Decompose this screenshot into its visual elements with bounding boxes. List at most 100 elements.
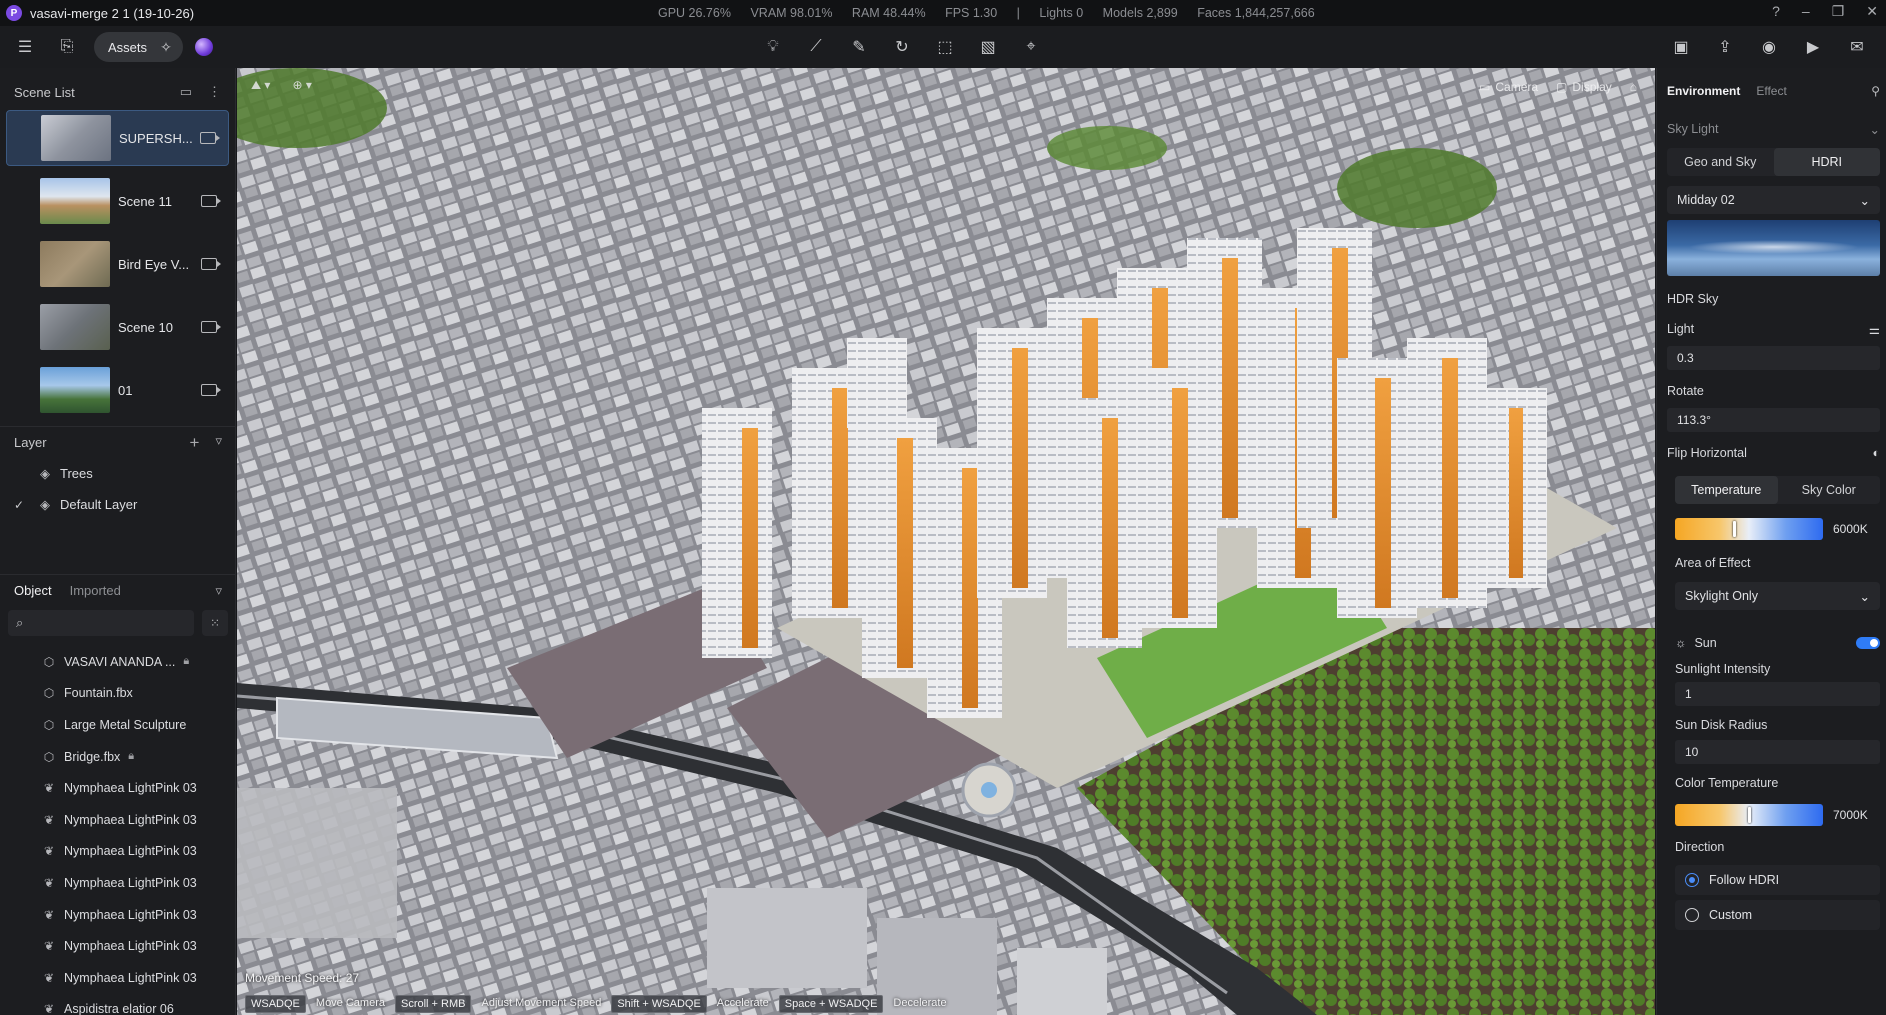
object-search-input[interactable]: ⌕ xyxy=(8,610,194,636)
camera-capture-icon[interactable]: ◉ xyxy=(1754,32,1784,62)
new-file-icon[interactable]: ⎘ xyxy=(52,32,82,62)
display-dropdown[interactable]: ▢ Display xyxy=(1556,80,1612,94)
menu-icon[interactable]: ☰ xyxy=(10,32,40,62)
layer-item[interactable]: ✓ ◈ Default Layer xyxy=(0,489,236,520)
restore-icon[interactable]: ❐ xyxy=(1832,3,1845,20)
list-item[interactable]: ⬡ VASAVI ANANDA ... 🔒︎ xyxy=(0,646,236,678)
brush-tool-icon[interactable]: ✎ xyxy=(844,32,874,62)
list-item[interactable]: ❦ Aspidistra elatior 06 xyxy=(0,994,236,1015)
path-tool-icon[interactable]: ⟋ xyxy=(801,32,831,62)
sliders-icon[interactable]: ⚌ xyxy=(1869,322,1880,337)
light-intensity-field[interactable]: 0.3 xyxy=(1667,346,1880,370)
camera-icon[interactable] xyxy=(201,384,221,396)
rotate-field[interactable]: 113.3° xyxy=(1667,408,1880,432)
window-title: vasavi-merge 2 1 (19-10-26) xyxy=(30,5,195,21)
camera-icon[interactable] xyxy=(201,321,221,333)
sky-light-header[interactable]: Sky Light ⌄ xyxy=(1667,114,1880,144)
scene-view-icon[interactable]: ▭ xyxy=(180,84,192,100)
more-icon[interactable]: ⋮ xyxy=(208,84,221,100)
measure-tool-icon[interactable]: ⌖ xyxy=(1016,32,1046,62)
camera-icon[interactable] xyxy=(201,195,221,207)
video-icon[interactable]: ▶ xyxy=(1798,32,1828,62)
sky-preview-image[interactable] xyxy=(1667,220,1880,276)
slider-handle[interactable] xyxy=(1748,807,1751,823)
list-item[interactable]: ❦ Nymphaea LightPink 03 xyxy=(0,804,236,836)
slider-handle[interactable] xyxy=(1733,521,1737,537)
scene-item[interactable]: Scene 11 xyxy=(6,173,229,229)
section-tool-icon[interactable]: ▧ xyxy=(973,32,1003,62)
list-item[interactable]: ❦ Nymphaea LightPink 03 xyxy=(0,899,236,931)
layer-check-icon[interactable]: ✓ xyxy=(14,498,28,512)
radio-selected-icon[interactable] xyxy=(1685,873,1699,887)
export-icon[interactable]: ⇪ xyxy=(1710,32,1740,62)
sky-temp-group: Temperature Sky Color 6000K Area of Effe… xyxy=(1667,476,1880,930)
sunlight-intensity-field[interactable]: 1 xyxy=(1675,682,1880,706)
sky-preset-select[interactable]: Midday 02 ⌄ xyxy=(1667,186,1880,214)
stat-vram: VRAM 98.01% xyxy=(750,6,833,20)
help-icon[interactable]: ? xyxy=(1772,3,1780,20)
contrast-toggle-icon[interactable]: ◐ xyxy=(1872,446,1880,460)
lock-icon[interactable]: 🔒︎ xyxy=(183,655,189,668)
list-item[interactable]: ⬡ Bridge.fbx 🔒︎ xyxy=(0,741,236,773)
filter-icon[interactable]: ▿ xyxy=(215,583,222,599)
scene-list-title: Scene List xyxy=(14,84,75,100)
leaf-icon: ❦ xyxy=(43,939,55,954)
temperature-tab[interactable]: Temperature xyxy=(1675,476,1778,504)
object-section: Object Imported ▿ ⌕ ⁙ ⬡ VASAVI ANANDA ...… xyxy=(0,574,236,1015)
camera-dropdown[interactable]: ▭ Camera xyxy=(1479,80,1538,94)
light-bulb-icon[interactable]: 💡︎ xyxy=(758,32,788,62)
sun-disk-radius-field[interactable]: 10 xyxy=(1675,740,1880,764)
scene-item[interactable]: Scene 10 xyxy=(6,299,229,355)
camera-icon[interactable] xyxy=(200,132,220,144)
color-temperature-slider[interactable] xyxy=(1675,804,1823,826)
tab-imported[interactable]: Imported xyxy=(70,583,121,598)
scene-item[interactable]: 01 xyxy=(6,362,229,418)
sun-toggle[interactable] xyxy=(1856,637,1880,649)
camera-icon[interactable] xyxy=(201,258,221,270)
3d-viewport[interactable]: ⛰︎ ▾ ⊕ ▾ ▭ Camera ▢ Display ⌂ Movement Spe… xyxy=(237,68,1655,1015)
hdri-tab[interactable]: HDRI xyxy=(1773,148,1880,176)
sky-color-tab[interactable]: Sky Color xyxy=(1778,476,1881,504)
globe-icon[interactable]: ⊕ ▾ xyxy=(292,78,311,93)
assets-button[interactable]: Assets ✧ xyxy=(94,32,184,62)
list-item[interactable]: ❦ Nymphaea LightPink 03 xyxy=(0,836,236,868)
ai-orb-icon[interactable] xyxy=(195,38,214,56)
list-item[interactable]: ⬡ Large Metal Sculpture xyxy=(0,709,236,741)
list-item[interactable]: ⬡ Fountain.fbx xyxy=(0,678,236,710)
list-item[interactable]: ❦ Nymphaea LightPink 03 xyxy=(0,962,236,994)
custom-option[interactable]: Custom xyxy=(1675,900,1880,930)
view-mode-icon[interactable]: ⛰︎ ▾ xyxy=(251,78,270,93)
render-queue-icon[interactable]: ▣ xyxy=(1666,32,1696,62)
follow-hdri-option[interactable]: Follow HDRI xyxy=(1675,865,1880,895)
layer-header: Layer + ▿ xyxy=(0,426,236,458)
lock-icon[interactable]: 🔒︎ xyxy=(128,750,134,763)
scene-item[interactable]: Bird Eye V... xyxy=(6,236,229,292)
filter-icon[interactable]: ▿ xyxy=(215,433,222,453)
publish-icon[interactable]: ✉ xyxy=(1842,32,1872,62)
add-layer-icon[interactable]: + xyxy=(190,433,200,453)
tab-effect[interactable]: Effect xyxy=(1756,84,1786,98)
list-item[interactable]: ❦ Nymphaea LightPink 03 xyxy=(0,772,236,804)
area-of-effect-select[interactable]: Skylight Only ⌄ xyxy=(1675,582,1880,610)
scene-item[interactable]: SUPERSH... xyxy=(6,110,229,166)
rotate-tool-icon[interactable]: ↻ xyxy=(887,32,917,62)
list-item[interactable]: ❦ Nymphaea LightPink 03 xyxy=(0,930,236,962)
chevron-down-icon: ⌄ xyxy=(1859,589,1870,604)
pin-icon[interactable]: ⚲ xyxy=(1871,84,1880,98)
sky-temperature-slider[interactable] xyxy=(1675,518,1823,540)
grid-view-icon[interactable]: ⁙ xyxy=(202,610,228,636)
geo-and-sky-tab[interactable]: Geo and Sky xyxy=(1667,148,1774,176)
pin-icon[interactable]: ⌂ xyxy=(1630,80,1637,94)
list-item[interactable]: ❦ Nymphaea LightPink 03 xyxy=(0,867,236,899)
ai-sparkle-icon[interactable]: ✧ xyxy=(155,36,177,58)
movement-speed-readout: Movement Speed: 27 xyxy=(245,971,360,985)
radio-unselected-icon[interactable] xyxy=(1685,908,1699,922)
tab-environment[interactable]: Environment xyxy=(1667,84,1740,98)
layer-item[interactable]: ◈ Trees xyxy=(0,458,236,489)
tab-object[interactable]: Object xyxy=(14,583,52,598)
close-icon[interactable]: ✕ xyxy=(1866,3,1878,20)
scene-item-label: Scene 10 xyxy=(118,319,173,335)
sun-icon: ☼ xyxy=(1675,636,1687,650)
transform-tool-icon[interactable]: ⬚ xyxy=(930,32,960,62)
minimize-icon[interactable]: – xyxy=(1802,3,1810,20)
